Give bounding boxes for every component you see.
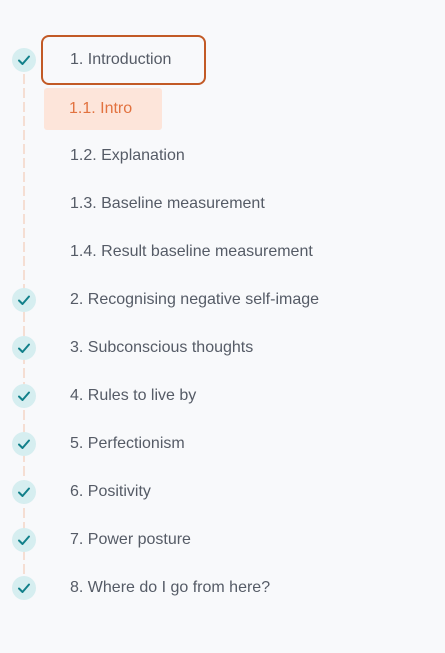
- chapter-item-where-do-i-go-from-here[interactable]: 8. Where do I go from here?: [0, 564, 445, 612]
- subitem-label: 1.1. Intro: [44, 88, 162, 130]
- check-icon: [12, 288, 36, 312]
- subitem-result-baseline-measurement[interactable]: 1.4. Result baseline measurement: [0, 228, 445, 276]
- chapter-item-power-posture[interactable]: 7. Power posture: [0, 516, 445, 564]
- chapter-item-perfectionism[interactable]: 5. Perfectionism: [0, 420, 445, 468]
- check-icon: [12, 528, 36, 552]
- check-icon: [12, 48, 36, 72]
- subitem-explanation[interactable]: 1.2. Explanation: [0, 132, 445, 180]
- chapter-label: 1. Introduction: [41, 35, 206, 85]
- subitem-label: 1.2. Explanation: [70, 147, 185, 164]
- subitem-label: 1.4. Result baseline measurement: [70, 243, 313, 260]
- chapter-label: 3. Subconscious thoughts: [70, 339, 254, 356]
- subitem-label: 1.3. Baseline measurement: [70, 195, 265, 212]
- chapter-label: 8. Where do I go from here?: [70, 579, 271, 596]
- chapter-item-positivity[interactable]: 6. Positivity: [0, 468, 445, 516]
- course-outline: 1. Introduction 1.1. Intro 1.2. Explanat…: [0, 35, 445, 612]
- subitem-baseline-measurement[interactable]: 1.3. Baseline measurement: [0, 180, 445, 228]
- check-icon: [12, 576, 36, 600]
- chapter-item-introduction[interactable]: 1. Introduction: [0, 35, 445, 85]
- check-icon: [12, 432, 36, 456]
- chapter-label: 4. Rules to live by: [70, 387, 197, 404]
- check-icon: [12, 384, 36, 408]
- chapter-item-recognising-negative-self-image[interactable]: 2. Recognising negative self-image: [0, 276, 445, 324]
- check-icon: [12, 336, 36, 360]
- check-icon: [12, 480, 36, 504]
- chapter-label: 6. Positivity: [70, 483, 151, 500]
- chapter-item-rules-to-live-by[interactable]: 4. Rules to live by: [0, 372, 445, 420]
- chapter-label: 5. Perfectionism: [70, 435, 185, 452]
- subitem-intro[interactable]: 1.1. Intro: [0, 84, 445, 132]
- chapter-item-subconscious-thoughts[interactable]: 3. Subconscious thoughts: [0, 324, 445, 372]
- chapter-label: 7. Power posture: [70, 531, 191, 548]
- chapter-label: 2. Recognising negative self-image: [70, 291, 320, 308]
